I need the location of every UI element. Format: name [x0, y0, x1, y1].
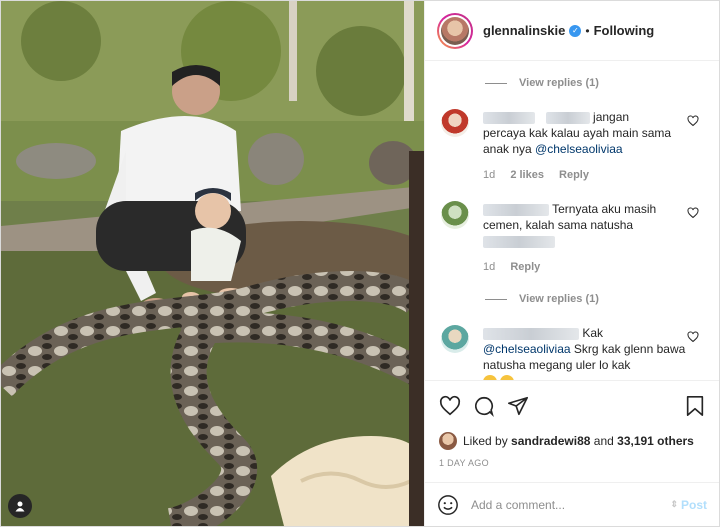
like-comment-heart-icon[interactable]: [687, 115, 699, 127]
post-label: Post: [680, 497, 707, 512]
author-avatar[interactable]: [437, 12, 473, 49]
laughing-emoji-icon: [483, 374, 497, 380]
comment-item: Kak @chelseaoliviaa Skrg kak glenn bawa …: [441, 325, 709, 380]
comment-text: jangan: [593, 110, 630, 124]
like-heart-icon[interactable]: [439, 395, 461, 417]
instagram-post-frame: glennalinskie ✓ • Following View replies…: [0, 0, 720, 527]
blurred-text: [483, 235, 555, 248]
reply-divider-line: [485, 82, 507, 84]
verified-badge-icon: ✓: [569, 24, 582, 37]
liked-by-and: and: [593, 434, 614, 448]
tagged-users-icon[interactable]: [8, 494, 32, 518]
post-timestamp[interactable]: 1 DAY AGO: [425, 452, 719, 474]
mention-link[interactable]: @chelseaoliviaa: [535, 142, 623, 156]
view-replies-label: View replies (1): [519, 77, 599, 89]
following-button[interactable]: Following: [594, 23, 655, 38]
save-bookmark-icon[interactable]: [685, 395, 705, 417]
blurred-username: [483, 327, 579, 340]
add-comment-bar: Add a comment... ⇕ Post: [425, 482, 719, 526]
comments-list[interactable]: View replies (1) jangan percaya kak kala…: [425, 61, 719, 380]
commenter-avatar[interactable]: [441, 201, 469, 229]
post-photo-image: [1, 1, 424, 526]
blurred-username: [483, 203, 549, 216]
liker-username[interactable]: sandradewi88: [511, 434, 590, 448]
comment-text: Kak: [582, 326, 604, 340]
post-actions-bar: [425, 380, 719, 430]
commenter-avatar[interactable]: [441, 325, 469, 353]
comment-bubble-icon[interactable]: [473, 395, 495, 417]
comment-likes[interactable]: 2 likes: [510, 169, 544, 181]
post-comment-button[interactable]: ⇕ Post: [670, 498, 707, 512]
post-header: glennalinskie ✓ • Following: [425, 1, 719, 61]
post-photo[interactable]: [1, 1, 424, 526]
laughing-emoji-icon: [500, 374, 514, 380]
commenter-avatar[interactable]: [441, 109, 469, 137]
comment-item: jangan percaya kak kalau ayah main sama …: [441, 109, 709, 183]
liker-avatar[interactable]: [439, 432, 457, 450]
comment-time: 1d: [483, 261, 496, 273]
author-username[interactable]: glennalinskie: [483, 23, 565, 38]
header-separator: •: [585, 23, 590, 38]
reply-button[interactable]: Reply: [510, 261, 540, 273]
likes-summary: Liked by sandradewi88 and 33,191 others: [425, 430, 719, 452]
view-replies-label: View replies (1): [519, 293, 599, 305]
share-paper-plane-icon[interactable]: [507, 395, 529, 417]
comment-input[interactable]: Add a comment...: [471, 498, 670, 512]
like-comment-heart-icon[interactable]: [687, 331, 699, 343]
liked-by-prefix: Liked by: [463, 434, 508, 448]
likes-others-count[interactable]: 33,191 others: [617, 434, 694, 448]
view-replies-button[interactable]: View replies (1): [485, 293, 599, 305]
comment-meta: 1d 2 likes Reply: [483, 167, 687, 183]
like-comment-heart-icon[interactable]: [687, 207, 699, 219]
blurred-username: [483, 111, 535, 124]
reply-divider-line: [485, 298, 507, 300]
comment-time: 1d: [483, 169, 496, 181]
view-replies-button[interactable]: View replies (1): [485, 77, 599, 89]
comment-item: Ternyata aku masih cemen, kalah sama nat…: [441, 201, 709, 275]
comment-meta: 1d Reply: [483, 259, 687, 275]
reply-button[interactable]: Reply: [559, 169, 589, 181]
emoji-picker-icon[interactable]: [437, 494, 459, 516]
mention-link[interactable]: @chelseaoliviaa: [483, 342, 571, 356]
post-side-panel: glennalinskie ✓ • Following View replies…: [424, 1, 719, 526]
blurred-username: [545, 111, 590, 124]
drag-handle-icon: ⇕: [670, 499, 678, 509]
